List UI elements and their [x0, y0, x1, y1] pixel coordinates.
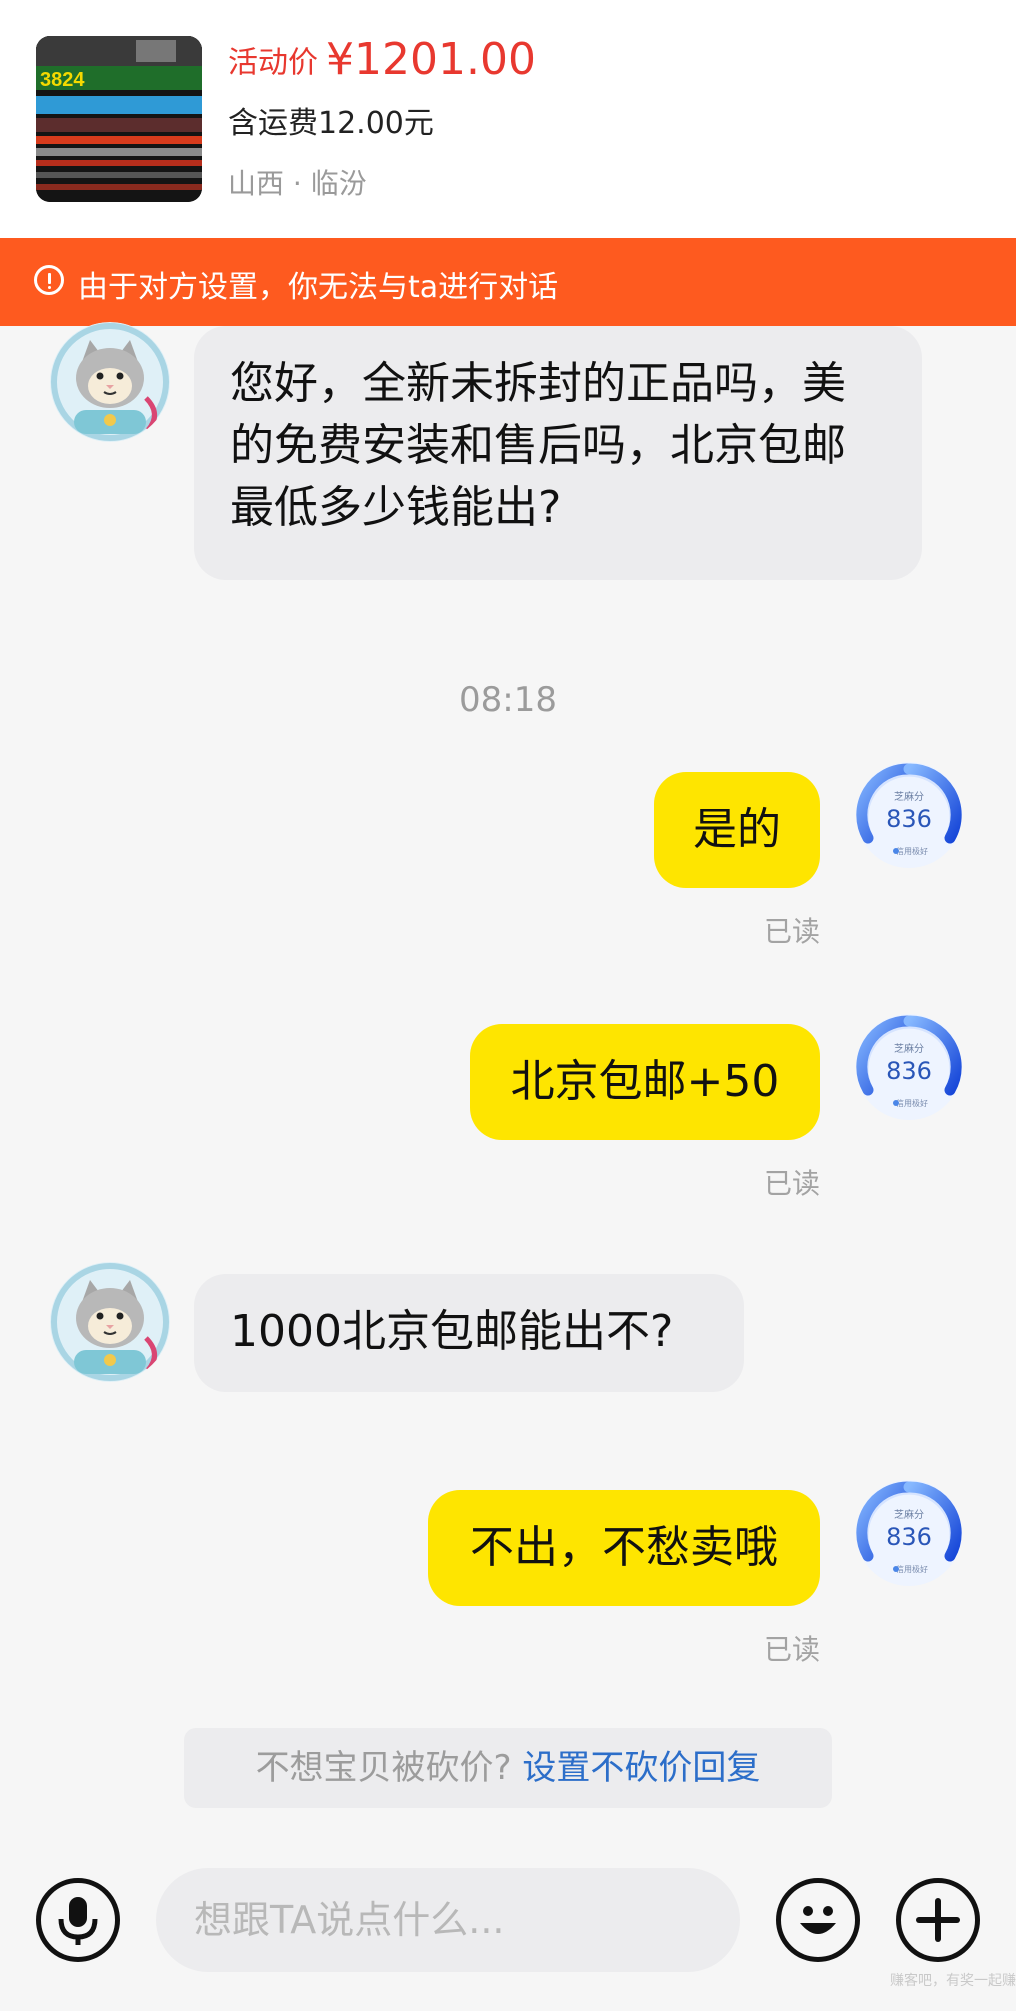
message-line: 您好，全新未拆封的正品吗，美 [230, 358, 846, 409]
incoming-message[interactable]: 您好，全新未拆封的正品吗，美 的免费安装和售后吗，北京包邮 最低多少钱能出? [194, 326, 922, 580]
location: 山西 · 临汾 [228, 167, 367, 200]
message-line: 1000北京包邮能出不? [230, 1306, 674, 1357]
outgoing-message[interactable]: 是的 [654, 772, 820, 888]
emoji-button[interactable] [776, 1878, 860, 1962]
message-text: 北京包邮+50 [510, 1056, 780, 1107]
badge-sub: 信用极好 [896, 1564, 928, 1574]
watermark: 赚客吧，有奖一起赚！ [890, 1973, 1016, 1989]
outgoing-message[interactable]: 北京包邮+50 [470, 1024, 820, 1140]
sesame-credit-badge[interactable]: 芝麻分 836 信用极好 [854, 1012, 964, 1122]
message-line: 的免费安装和售后吗，北京包邮 [230, 420, 846, 471]
thumb-price-text: 3824 [40, 69, 85, 91]
microphone-icon [58, 1897, 98, 1945]
contact-avatar[interactable] [50, 322, 170, 442]
restriction-banner: 由于对方设置，你无法与ta进行对话 [0, 238, 1016, 326]
restriction-text: 由于对方设置，你无法与ta进行对话 [78, 270, 559, 305]
badge-label: 芝麻分 [894, 1508, 924, 1521]
message-input[interactable] [156, 1868, 740, 1972]
read-status: 已读 [764, 915, 821, 948]
outgoing-message[interactable]: 不出，不愁卖哦 [428, 1490, 820, 1606]
bargain-hint: 不想宝贝被砍价? 设置不砍价回复 [184, 1728, 832, 1808]
price-row: 活动价 ¥1201.00 [228, 34, 536, 85]
cat-astronaut-avatar-image [50, 1262, 170, 1382]
message-timestamp: 08:18 [459, 680, 557, 720]
hint-text: 不想宝贝被砍价? [255, 1748, 512, 1788]
alert-circle-icon [34, 265, 64, 295]
sesame-credit-badge[interactable]: 芝麻分 836 信用极好 [854, 760, 964, 870]
badge-sub: 信用极好 [896, 1098, 928, 1108]
badge-sub: 信用极好 [896, 846, 928, 856]
read-status: 已读 [764, 1633, 821, 1666]
badge-label: 芝麻分 [894, 1042, 924, 1055]
incoming-message[interactable]: 1000北京包邮能出不? [194, 1274, 744, 1392]
emoji-icon [800, 1906, 836, 1934]
product-image: 3824 [36, 36, 202, 202]
price-value: ¥1201.00 [326, 34, 536, 85]
voice-button[interactable] [36, 1878, 120, 1962]
message-line: 最低多少钱能出? [230, 482, 562, 533]
set-no-bargain-reply-link[interactable]: 设置不砍价回复 [522, 1748, 760, 1788]
credit-score: 836 [886, 1057, 932, 1085]
price-label: 活动价 [228, 45, 318, 81]
shipping-info: 含运费12.00元 [228, 106, 434, 141]
cat-astronaut-avatar-image [50, 322, 170, 442]
message-text: 是的 [693, 804, 781, 855]
read-status: 已读 [764, 1167, 821, 1200]
badge-label: 芝麻分 [894, 790, 924, 803]
sesame-credit-badge[interactable]: 芝麻分 836 信用极好 [854, 1478, 964, 1588]
product-header[interactable]: 3824 活动价 ¥1201.00 含运费12.00元 山西 · 临汾 [0, 0, 1016, 238]
contact-avatar[interactable] [50, 1262, 170, 1382]
message-text: 不出，不愁卖哦 [470, 1522, 778, 1573]
product-thumbnail[interactable]: 3824 [36, 36, 202, 202]
credit-score: 836 [886, 1523, 932, 1551]
credit-score: 836 [886, 805, 932, 833]
plus-icon [916, 1898, 960, 1942]
more-button[interactable] [896, 1878, 980, 1962]
